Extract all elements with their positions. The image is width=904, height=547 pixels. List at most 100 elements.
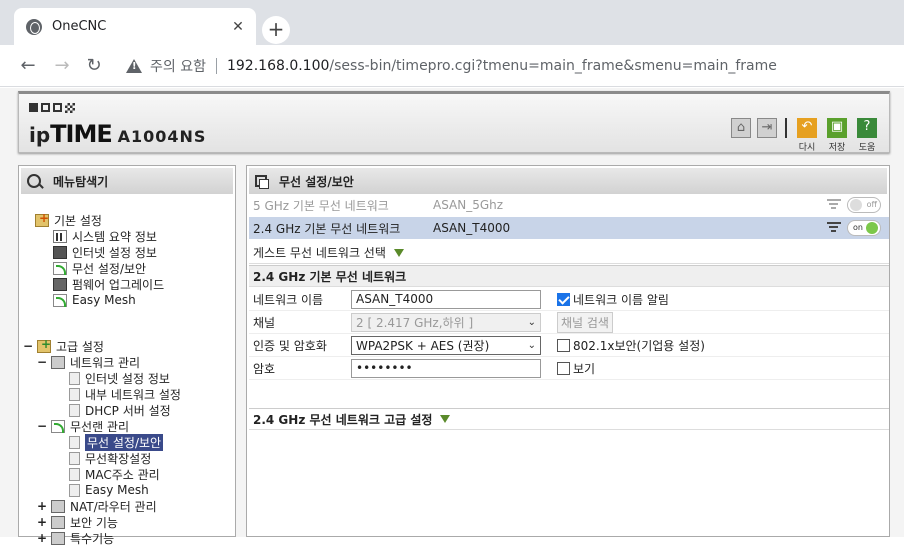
enterprise-checkbox[interactable]: 802.1x보안(기업용 설정) [557,337,705,354]
router-icon [51,499,65,513]
tree-item-easy-mesh-adv[interactable]: Easy Mesh [69,482,149,498]
back-arrow-icon[interactable]: ← [16,54,40,78]
expand-icon[interactable]: + [37,515,47,529]
folder-icon [35,211,49,227]
toggle-24ghz[interactable]: on [847,220,881,236]
guest-network-select[interactable]: 게스트 무선 네트워크 선택 [249,242,889,264]
tree-item-mac[interactable]: MAC주소 관리 [69,466,160,482]
checkbox-unchecked[interactable] [557,338,570,352]
dropdown-triangle-icon[interactable] [440,415,451,423]
tree-security[interactable]: + 보안 기능 [37,514,118,530]
expand-icon[interactable]: + [37,499,47,513]
header-toolbar: ⌂ ⇥ ↶ 다시 ▣ 저장 ? 도움 [731,118,879,153]
show-password-checkbox[interactable]: 보기 [557,360,595,377]
tree-item-firmware[interactable]: 펌웨어 업그레이드 [53,276,164,292]
tree-basic-settings[interactable]: 기본 설정 [35,211,102,228]
tree-item-easy-mesh[interactable]: Easy Mesh [53,292,136,308]
tree-nat-router[interactable]: + NAT/라우터 관리 [37,498,157,514]
mesh-icon [53,293,67,307]
save-icon: ▣ [827,118,847,138]
dropdown-triangle-icon[interactable] [393,248,404,257]
reload-button[interactable]: ↶ 다시 [795,118,819,153]
new-tab-button[interactable]: + [262,16,290,44]
chevron-down-icon: ⌄ [527,316,536,328]
close-tab-icon[interactable]: ✕ [230,19,246,35]
reload-icon[interactable]: ↻ [82,54,106,78]
wifi-icon [51,419,65,433]
page-viewport: ipTIME A1004NS ⌂ ⇥ ↶ 다시 ▣ 저장 ? 도움 메뉴탐색기 [0,88,904,546]
tree-item-dhcp[interactable]: DHCP 서버 설정 [69,402,171,418]
filter-lock-icon[interactable] [827,222,841,232]
network-name-input[interactable]: ASAN_T4000 [351,289,541,309]
logout-icon[interactable]: ⇥ [757,118,777,138]
channel-search-button[interactable]: 채널 검색 [557,311,613,333]
tree-item-wireless-extend[interactable]: 무선확장설정 [69,450,151,466]
page-icon [69,371,80,385]
brand-logo: ipTIME A1004NS [29,120,207,148]
menu-explorer: 메뉴탐색기 기본 설정 시스템 요약 정보 인터넷 설정 정보 무선 설정/보안… [18,165,236,546]
advanced-settings-toggle[interactable]: 2.4 GHz 무선 네트워크 고급 설정 [249,408,889,430]
save-button[interactable]: ▣ 저장 [825,118,849,153]
tools-icon [51,531,65,545]
tree-item-internet-info[interactable]: 인터넷 설정 정보 [53,244,157,260]
broadcast-checkbox[interactable]: 네트워크 이름 알림 [557,291,669,308]
undo-icon: ↶ [797,118,817,138]
search-icon [27,174,41,188]
network-row-24ghz[interactable]: 2.4 GHz 기본 무선 네트워크 ASAN_T4000 on [249,217,889,239]
firmware-icon [53,277,67,291]
tree-item-wireless-security[interactable]: 무선 설정/보안 [53,260,146,276]
help-icon: ? [857,118,877,138]
tree-item-internet-settings[interactable]: 인터넷 설정 정보 [69,370,170,386]
network-row-5ghz[interactable]: 5 GHz 기본 무선 네트워크 ASAN_5Ghz off [249,194,889,216]
page-title: 무선 설정/보안 [249,168,887,194]
page-icon [69,483,80,497]
tree-wireless-management[interactable]: − 무선랜 관리 [37,418,129,434]
filter-lock-icon[interactable] [827,199,841,209]
row-channel: 채널 2 [ 2.417 GHz,하위 ] ⌄ 채널 검색 [249,311,889,334]
computer-icon [53,245,67,259]
address-bar[interactable]: 주의 요함 192.168.0.100 /sess-bin/timepro.cg… [116,51,904,81]
browser-tab[interactable]: OneCNC ✕ [14,8,256,45]
page-icon [69,387,80,401]
collapse-icon[interactable]: − [37,355,47,369]
tree-network-management[interactable]: − 네트워크 관리 [37,354,140,370]
tree-item-lan-settings[interactable]: 내부 네트워크 설정 [69,386,181,402]
page-icon [69,403,80,417]
collapse-icon[interactable]: − [37,419,47,433]
wireless-settings-panel: 무선 설정/보안 5 GHz 기본 무선 네트워크 ASAN_5Ghz off … [246,165,890,537]
expand-icon[interactable]: + [37,531,47,545]
forward-arrow-icon[interactable]: → [50,54,74,78]
lock-icon [51,515,65,529]
chevron-down-icon: ⌄ [527,339,536,351]
page-icon [69,451,80,465]
model-name: A1004NS [117,127,207,146]
menu-explorer-title: 메뉴탐색기 [21,168,233,194]
logo-squares-icon [29,103,75,113]
toggle-5ghz[interactable]: off [847,197,881,213]
warning-icon[interactable] [126,58,142,74]
folder-icon [37,337,51,353]
page-icon [69,467,80,481]
section-24ghz-title: 2.4 GHz 기본 무선 네트워크 [249,265,889,287]
tree-advanced-settings[interactable]: − 고급 설정 [23,337,104,354]
channel-select[interactable]: 2 [ 2.417 GHz,하위 ] ⌄ [351,312,541,332]
tree-item-wireless-security-selected[interactable]: 무선 설정/보안 [69,433,164,451]
divider [785,118,787,138]
tree-special[interactable]: + 특수기능 [37,530,114,546]
network-icon [51,355,65,369]
auth-select[interactable]: WPA2PSK + AES (권장) ⌄ [351,335,541,355]
row-password: 암호 •••••••• 보기 [249,357,889,380]
help-button[interactable]: ? 도움 [855,118,879,153]
checkbox-checked[interactable] [557,292,570,306]
url-host: 192.168.0.100 [226,58,330,74]
password-input[interactable]: •••••••• [351,358,541,378]
home-icon[interactable]: ⌂ [731,118,751,138]
wifi-icon [53,261,67,275]
row-network-name: 네트워크 이름 ASAN_T4000 네트워크 이름 알림 [249,288,889,311]
checkbox-unchecked[interactable] [557,361,570,375]
security-label[interactable]: 주의 요함 [150,56,206,76]
page-icon [255,175,269,189]
collapse-icon[interactable]: − [23,339,33,353]
globe-icon [26,18,42,35]
tree-item-system-summary[interactable]: 시스템 요약 정보 [53,228,157,244]
